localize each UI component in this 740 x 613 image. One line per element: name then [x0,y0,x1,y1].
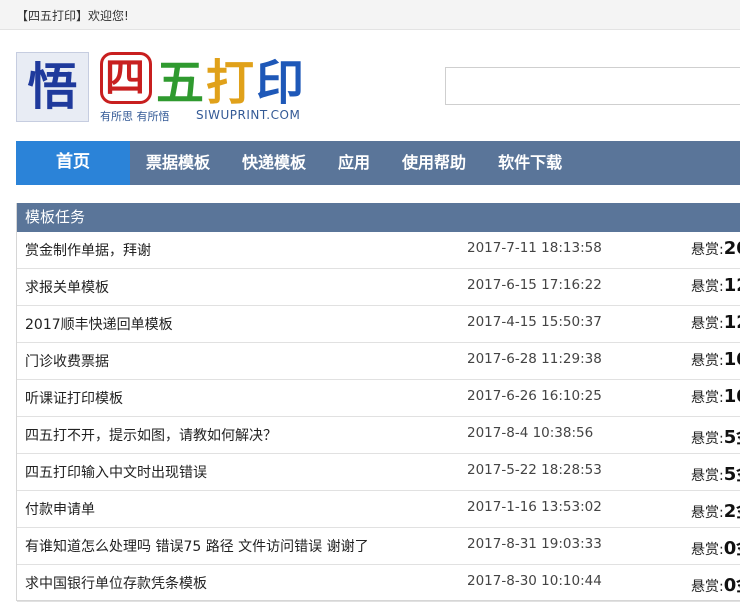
reward-label: 悬赏: [691,316,724,332]
task-date: 2017-1-16 13:53:02 [467,499,602,515]
task-panel: 模板任务 赏金制作单据，拜谢 2017-7-11 18:13:58 悬赏:20 … [16,203,740,602]
reward-value: 12 [723,312,740,333]
reward-value: 10 [723,386,740,407]
task-reward: 悬赏:10 [691,386,740,407]
reward-label: 悬赏: [691,468,724,484]
task-reward: 悬赏:0金 [691,534,740,560]
task-title-link[interactable]: 四五打不开，提示如图，请教如何解决？ [25,425,277,445]
task-title-link[interactable]: 2017顺丰快递回单模板 [25,314,173,334]
reward-value: 0金 [723,538,740,559]
task-row[interactable]: 求报关单模板 2017-6-15 17:16:22 悬赏:12 [17,269,740,306]
nav-item-download[interactable]: 软件下载 [482,141,578,185]
task-date: 2017-5-22 18:28:53 [467,462,602,478]
reward-value: 2金 [723,501,740,522]
task-date: 2017-7-11 18:13:58 [467,240,602,256]
nav-item-receipt-templates[interactable]: 票据模板 [130,141,226,185]
task-date: 2017-8-30 10:10:44 [467,573,602,589]
search-input[interactable] [445,67,740,105]
task-reward: 悬赏:10 [691,349,740,370]
task-reward: 悬赏:0金 [691,571,740,597]
reward-value: 5金 [723,427,740,448]
task-reward: 悬赏:5金 [691,460,740,486]
task-date: 2017-8-4 10:38:56 [467,425,594,441]
nav-item-express-templates[interactable]: 快递模板 [226,141,322,185]
task-date: 2017-6-26 16:10:25 [467,388,602,404]
task-row[interactable]: 听课证打印模板 2017-6-26 16:10:25 悬赏:10 [17,380,740,417]
logo-char: 四 [100,52,152,104]
welcome-bar: 【四五打印】欢迎您! [0,0,740,30]
task-row[interactable]: 2017顺丰快递回单模板 2017-4-15 15:50:37 悬赏:12 [17,306,740,343]
task-row[interactable]: 付款申请单 2017-1-16 13:53:02 悬赏:2金 [17,491,740,528]
task-row[interactable]: 求中国银行单位存款凭条模板 2017-8-30 10:10:44 悬赏:0金 [17,565,740,602]
task-reward: 悬赏:5金 [691,423,740,449]
task-title-link[interactable]: 有谁知道怎么处理吗 错误75 路径 文件访问错误 谢谢了 [25,536,369,556]
task-title-link[interactable]: 听课证打印模板 [25,388,123,408]
task-date: 2017-4-15 15:50:37 [467,314,602,330]
logo-slogan: 有所思 有所悟 [100,110,170,123]
task-row[interactable]: 门诊收费票据 2017-6-28 11:29:38 悬赏:10 [17,343,740,380]
logo-char: 打 [206,55,257,111]
task-date: 2017-8-31 19:03:33 [467,536,602,552]
task-date: 2017-6-28 11:29:38 [467,351,602,367]
task-title-link[interactable]: 付款申请单 [25,499,95,519]
task-reward: 悬赏:20 [691,238,740,259]
logo-char: 五 [156,55,207,111]
task-reward: 悬赏:12 [691,312,740,333]
logo-wordmark: 四 五 打 印 [100,50,306,111]
nav-item-help[interactable]: 使用帮助 [386,141,482,185]
logo-char: 印 [256,55,307,111]
panel-title: 模板任务 [17,203,740,232]
task-row[interactable]: 赏金制作单据，拜谢 2017-7-11 18:13:58 悬赏:20 [17,232,740,269]
site-logo[interactable]: 悟 四 五 打 印 有所思 有所悟 SIWUPRINT.COM [16,50,306,126]
task-title-link[interactable]: 赏金制作单据，拜谢 [25,240,151,260]
nav-item-home[interactable]: 首页 [16,141,130,185]
reward-label: 悬赏: [691,505,724,521]
main-nav: 首页 票据模板 快递模板 应用 使用帮助 软件下载 [16,141,740,185]
task-row[interactable]: 四五打不开，提示如图，请教如何解决？ 2017-8-4 10:38:56 悬赏:… [17,417,740,454]
reward-label: 悬赏: [691,390,724,406]
logo-mark: 悟 [16,52,89,122]
task-title-link[interactable]: 四五打印输入中文时出现错误 [25,462,207,482]
task-row[interactable]: 有谁知道怎么处理吗 错误75 路径 文件访问错误 谢谢了 2017-8-31 1… [17,528,740,565]
task-reward: 悬赏:12 [691,275,740,296]
welcome-text: 【四五打印】欢迎您! [16,9,129,23]
task-reward: 悬赏:2金 [691,497,740,523]
reward-label: 悬赏: [691,579,724,595]
reward-value: 5金 [723,464,740,485]
reward-label: 悬赏: [691,242,724,258]
reward-value: 12 [723,275,740,296]
task-row[interactable]: 四五打印输入中文时出现错误 2017-5-22 18:28:53 悬赏:5金 [17,454,740,491]
reward-label: 悬赏: [691,353,724,369]
reward-label: 悬赏: [691,542,724,558]
reward-value: 0金 [723,575,740,596]
task-date: 2017-6-15 17:16:22 [467,277,602,293]
reward-label: 悬赏: [691,279,724,295]
reward-value: 10 [723,349,740,370]
task-title-link[interactable]: 门诊收费票据 [25,351,109,371]
logo-site-url: SIWUPRINT.COM [196,108,301,122]
nav-item-apps[interactable]: 应用 [322,141,386,185]
task-title-link[interactable]: 求中国银行单位存款凭条模板 [25,573,207,593]
reward-value: 20 [723,238,740,259]
reward-label: 悬赏: [691,431,724,447]
task-title-link[interactable]: 求报关单模板 [25,277,109,297]
